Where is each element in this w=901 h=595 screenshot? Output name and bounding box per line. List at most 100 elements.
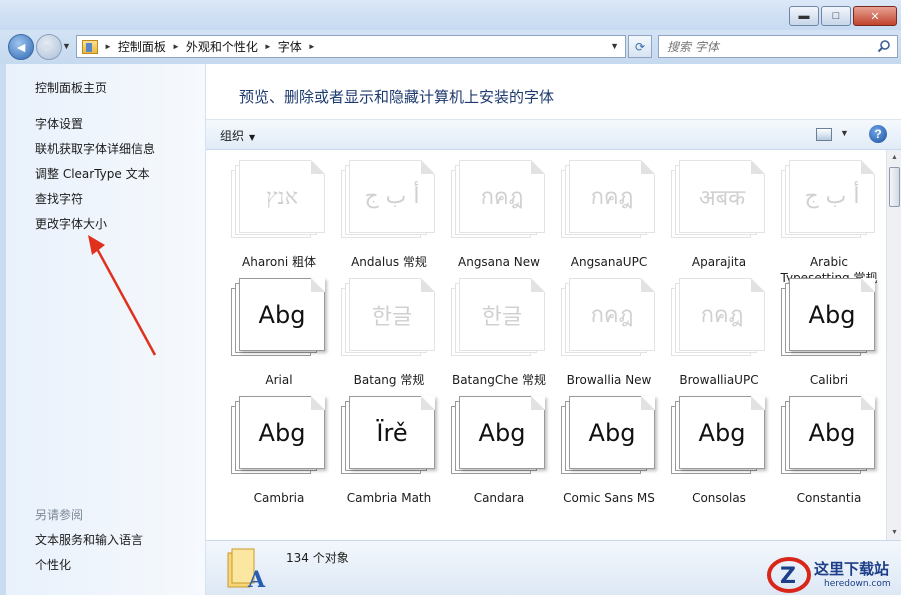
font-settings-link[interactable]: 字体设置 (35, 115, 83, 132)
font-item[interactable]: 한글 BatangChe 常规 (444, 278, 554, 388)
recent-pages-dropdown[interactable]: ▼ (62, 41, 71, 51)
font-file-icon: אנץ (231, 160, 327, 240)
font-sample: 한글 (481, 304, 523, 330)
font-name: Angsana New (458, 255, 540, 269)
font-item[interactable]: กคฎ Browallia New (554, 278, 664, 388)
font-name: Constantia (796, 491, 862, 505)
font-grid: אנץ Aharoni 粗体 أ ب ج Andalus 常规 กคฎ Angsana N… (206, 150, 886, 540)
close-button[interactable]: ✕ (853, 6, 897, 26)
font-name: Consolas (692, 491, 746, 505)
breadcrumb-appearance[interactable]: 外观和个性化 (186, 38, 258, 55)
address-dropdown-icon[interactable]: ▼ (610, 41, 619, 51)
organize-menu[interactable]: 组织 ▼ (220, 127, 255, 144)
content-pane: 预览、删除或者显示和隐藏计算机上安装的字体 组织 ▼ ▼ ? אנץ Aharoni… (206, 64, 901, 595)
font-name: Cambria (253, 491, 305, 505)
search-icon[interactable] (877, 39, 891, 53)
search-input[interactable] (659, 36, 869, 57)
font-sample: กคฎ (590, 185, 634, 210)
control-panel-home-link[interactable]: 控制面板主页 (35, 79, 107, 96)
scroll-up-icon[interactable]: ▲ (887, 150, 901, 165)
font-name: Browallia New (566, 373, 652, 387)
minimize-button[interactable]: ▬ (789, 6, 819, 26)
chevron-right-icon[interactable]: ► (172, 42, 180, 51)
font-item[interactable]: กคฎ AngsanaUPC (554, 160, 664, 270)
view-options-dropdown[interactable]: ▼ (840, 128, 849, 138)
vertical-scrollbar[interactable]: ▲ ▼ (886, 150, 901, 540)
change-view-icon[interactable] (816, 128, 832, 141)
adjust-cleartype-link[interactable]: 调整 ClearType 文本 (35, 165, 150, 182)
font-item[interactable]: Abg Comic Sans MS (554, 396, 664, 506)
address-bar[interactable]: ► 控制面板 ► 外观和个性化 ► 字体 ► ▼ (76, 35, 626, 58)
object-count: 134 个对象 (286, 551, 349, 565)
font-item[interactable]: กคฎ Angsana New (444, 160, 554, 270)
text-services-link[interactable]: 文本服务和输入语言 (35, 531, 143, 548)
change-font-size-link[interactable]: 更改字体大小 (35, 215, 107, 232)
font-sample: Ïrě (376, 418, 408, 447)
font-item[interactable]: Abg Arial (224, 278, 334, 388)
font-sample: Abg (808, 418, 856, 447)
font-sample: กคฎ (480, 185, 524, 210)
font-item[interactable]: Abg Constantia (774, 396, 884, 506)
font-file-icon: Ïrě (341, 396, 437, 476)
font-file-icon: अबक (671, 160, 767, 240)
font-item[interactable]: أ ب جArabic Typesetting 常规 (774, 160, 884, 286)
font-sample: กคฎ (590, 303, 634, 328)
font-file-icon: Abg (781, 396, 877, 476)
refresh-button[interactable]: ⟳ (628, 35, 652, 58)
help-icon[interactable]: ? (869, 125, 887, 143)
search-box[interactable] (658, 35, 898, 58)
font-file-icon: 한글 (341, 278, 437, 358)
chevron-right-icon[interactable]: ► (308, 42, 316, 51)
svg-text:A: A (247, 567, 266, 591)
font-name: Cambria Math (346, 491, 432, 505)
font-item[interactable]: Abg Calibri (774, 278, 884, 388)
scroll-down-icon[interactable]: ▼ (887, 525, 901, 540)
watermark-text: 这里下载站 (814, 560, 890, 578)
font-sample: กคฎ (700, 303, 744, 328)
chevron-right-icon[interactable]: ► (264, 42, 272, 51)
chevron-right-icon[interactable]: ► (104, 42, 112, 51)
chevron-down-icon: ▼ (249, 133, 256, 142)
control-panel-icon (82, 39, 98, 54)
maximize-button[interactable]: □ (821, 6, 851, 26)
font-name: Andalus 常规 (351, 255, 427, 269)
organize-label: 组织 (220, 129, 245, 143)
breadcrumb-control-panel[interactable]: 控制面板 (118, 38, 166, 55)
font-file-icon: Abg (231, 396, 327, 476)
font-item[interactable]: 한글 Batang 常规 (334, 278, 444, 388)
scroll-thumb[interactable] (889, 167, 900, 207)
font-name: Arial (265, 373, 293, 387)
annotation-arrow (88, 235, 157, 356)
font-sample: Abg (478, 418, 526, 447)
font-item[interactable]: Abg Candara (444, 396, 554, 506)
font-file-icon: أ ب ج (781, 160, 877, 240)
get-font-info-online-link[interactable]: 联机获取字体详细信息 (35, 140, 155, 157)
back-button[interactable]: ◄ (8, 34, 34, 60)
font-file-icon: 한글 (451, 278, 547, 358)
font-sample: أ ب ج (364, 184, 420, 209)
font-item[interactable]: अबक Aparajita (664, 160, 774, 270)
font-item[interactable]: أ ب ج Andalus 常规 (334, 160, 444, 270)
font-sample: Abg (808, 300, 856, 329)
personalization-link[interactable]: 个性化 (35, 556, 71, 573)
breadcrumb-fonts[interactable]: 字体 (278, 38, 302, 55)
font-sample: אנץ (266, 184, 298, 210)
font-file-icon: Abg (231, 278, 327, 358)
font-name: BatangChe 常规 (451, 373, 547, 387)
font-item[interactable]: Abg Consolas (664, 396, 774, 506)
font-item[interactable]: Ïrě Cambria Math (334, 396, 444, 506)
font-file-icon: أ ب ج (341, 160, 437, 240)
font-name: Comic Sans MS (563, 491, 655, 505)
window-controls: ▬ □ ✕ (789, 6, 897, 26)
font-name: Batang 常规 (353, 373, 425, 387)
font-file-icon: Abg (671, 396, 767, 476)
font-item[interactable]: Abg Cambria (224, 396, 334, 506)
forward-button[interactable]: ► (36, 34, 62, 60)
font-item[interactable]: กคฎ BrowalliaUPC (664, 278, 774, 388)
font-item[interactable]: אנץ Aharoni 粗体 (224, 160, 334, 270)
font-file-icon: Abg (561, 396, 657, 476)
find-character-link[interactable]: 查找字符 (35, 190, 83, 207)
font-name: Aparajita (691, 255, 747, 269)
font-sample: أ ب ج (804, 184, 860, 209)
font-file-icon: Abg (781, 278, 877, 358)
